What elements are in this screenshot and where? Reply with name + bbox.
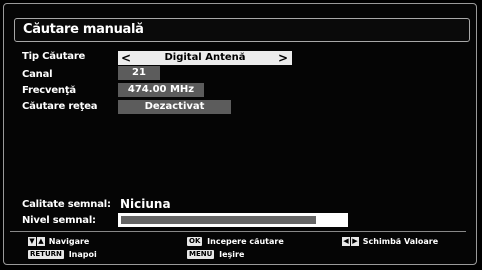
menu-key-icon: MENU bbox=[187, 250, 215, 259]
dialog-title-bar: Căutare manuală bbox=[14, 18, 470, 42]
hint-exit-label: Ieşire bbox=[219, 250, 245, 259]
right-key-icon: ▶ bbox=[351, 237, 359, 246]
hint-back-label: Inapoi bbox=[68, 250, 97, 259]
hint-change-value: ◀ ▶ Schimbă Valoare bbox=[342, 237, 438, 246]
down-arrow-icon: ▼ bbox=[28, 237, 36, 246]
frequency-value[interactable]: 474.00 MHz bbox=[118, 83, 204, 97]
signal-level-meter bbox=[118, 213, 348, 227]
network-search-value[interactable]: Dezactivat bbox=[118, 100, 231, 114]
footer-divider bbox=[10, 231, 466, 232]
hint-exit: MENU Ieşire bbox=[187, 250, 244, 259]
right-arrow-icon[interactable]: > bbox=[278, 51, 288, 65]
signal-level-fill bbox=[121, 216, 316, 224]
dialog-title: Căutare manuală bbox=[23, 22, 144, 37]
left-key-icon: ◀ bbox=[342, 237, 350, 246]
network-search-label: Căutare reţea bbox=[22, 101, 98, 112]
hint-back: RETURN Inapoi bbox=[28, 250, 97, 259]
return-key-icon: RETURN bbox=[28, 250, 64, 259]
hint-navigate: ▼ ▲ Navigare bbox=[28, 237, 89, 246]
frequency-label: Frecvenţă bbox=[22, 85, 76, 96]
up-arrow-icon: ▲ bbox=[37, 237, 45, 246]
hint-start-search-label: Incepere căutare bbox=[207, 237, 284, 246]
signal-level-label: Nivel semnal: bbox=[22, 215, 96, 226]
signal-quality-label: Calitate semnal: bbox=[22, 199, 111, 210]
search-type-value: Digital Antenă bbox=[164, 52, 246, 63]
channel-value[interactable]: 21 bbox=[118, 66, 160, 80]
ok-key-icon: OK bbox=[187, 237, 203, 246]
hint-change-value-label: Schimbă Valoare bbox=[362, 237, 439, 246]
hint-navigate-label: Navigare bbox=[48, 237, 90, 246]
channel-label: Canal bbox=[22, 69, 53, 80]
search-type-label: Tip Căutare bbox=[22, 51, 86, 62]
hint-start-search: OK Incepere căutare bbox=[187, 237, 284, 246]
search-type-selector[interactable]: < Digital Antenă > bbox=[118, 51, 292, 65]
signal-quality-value: Niciuna bbox=[120, 197, 171, 211]
